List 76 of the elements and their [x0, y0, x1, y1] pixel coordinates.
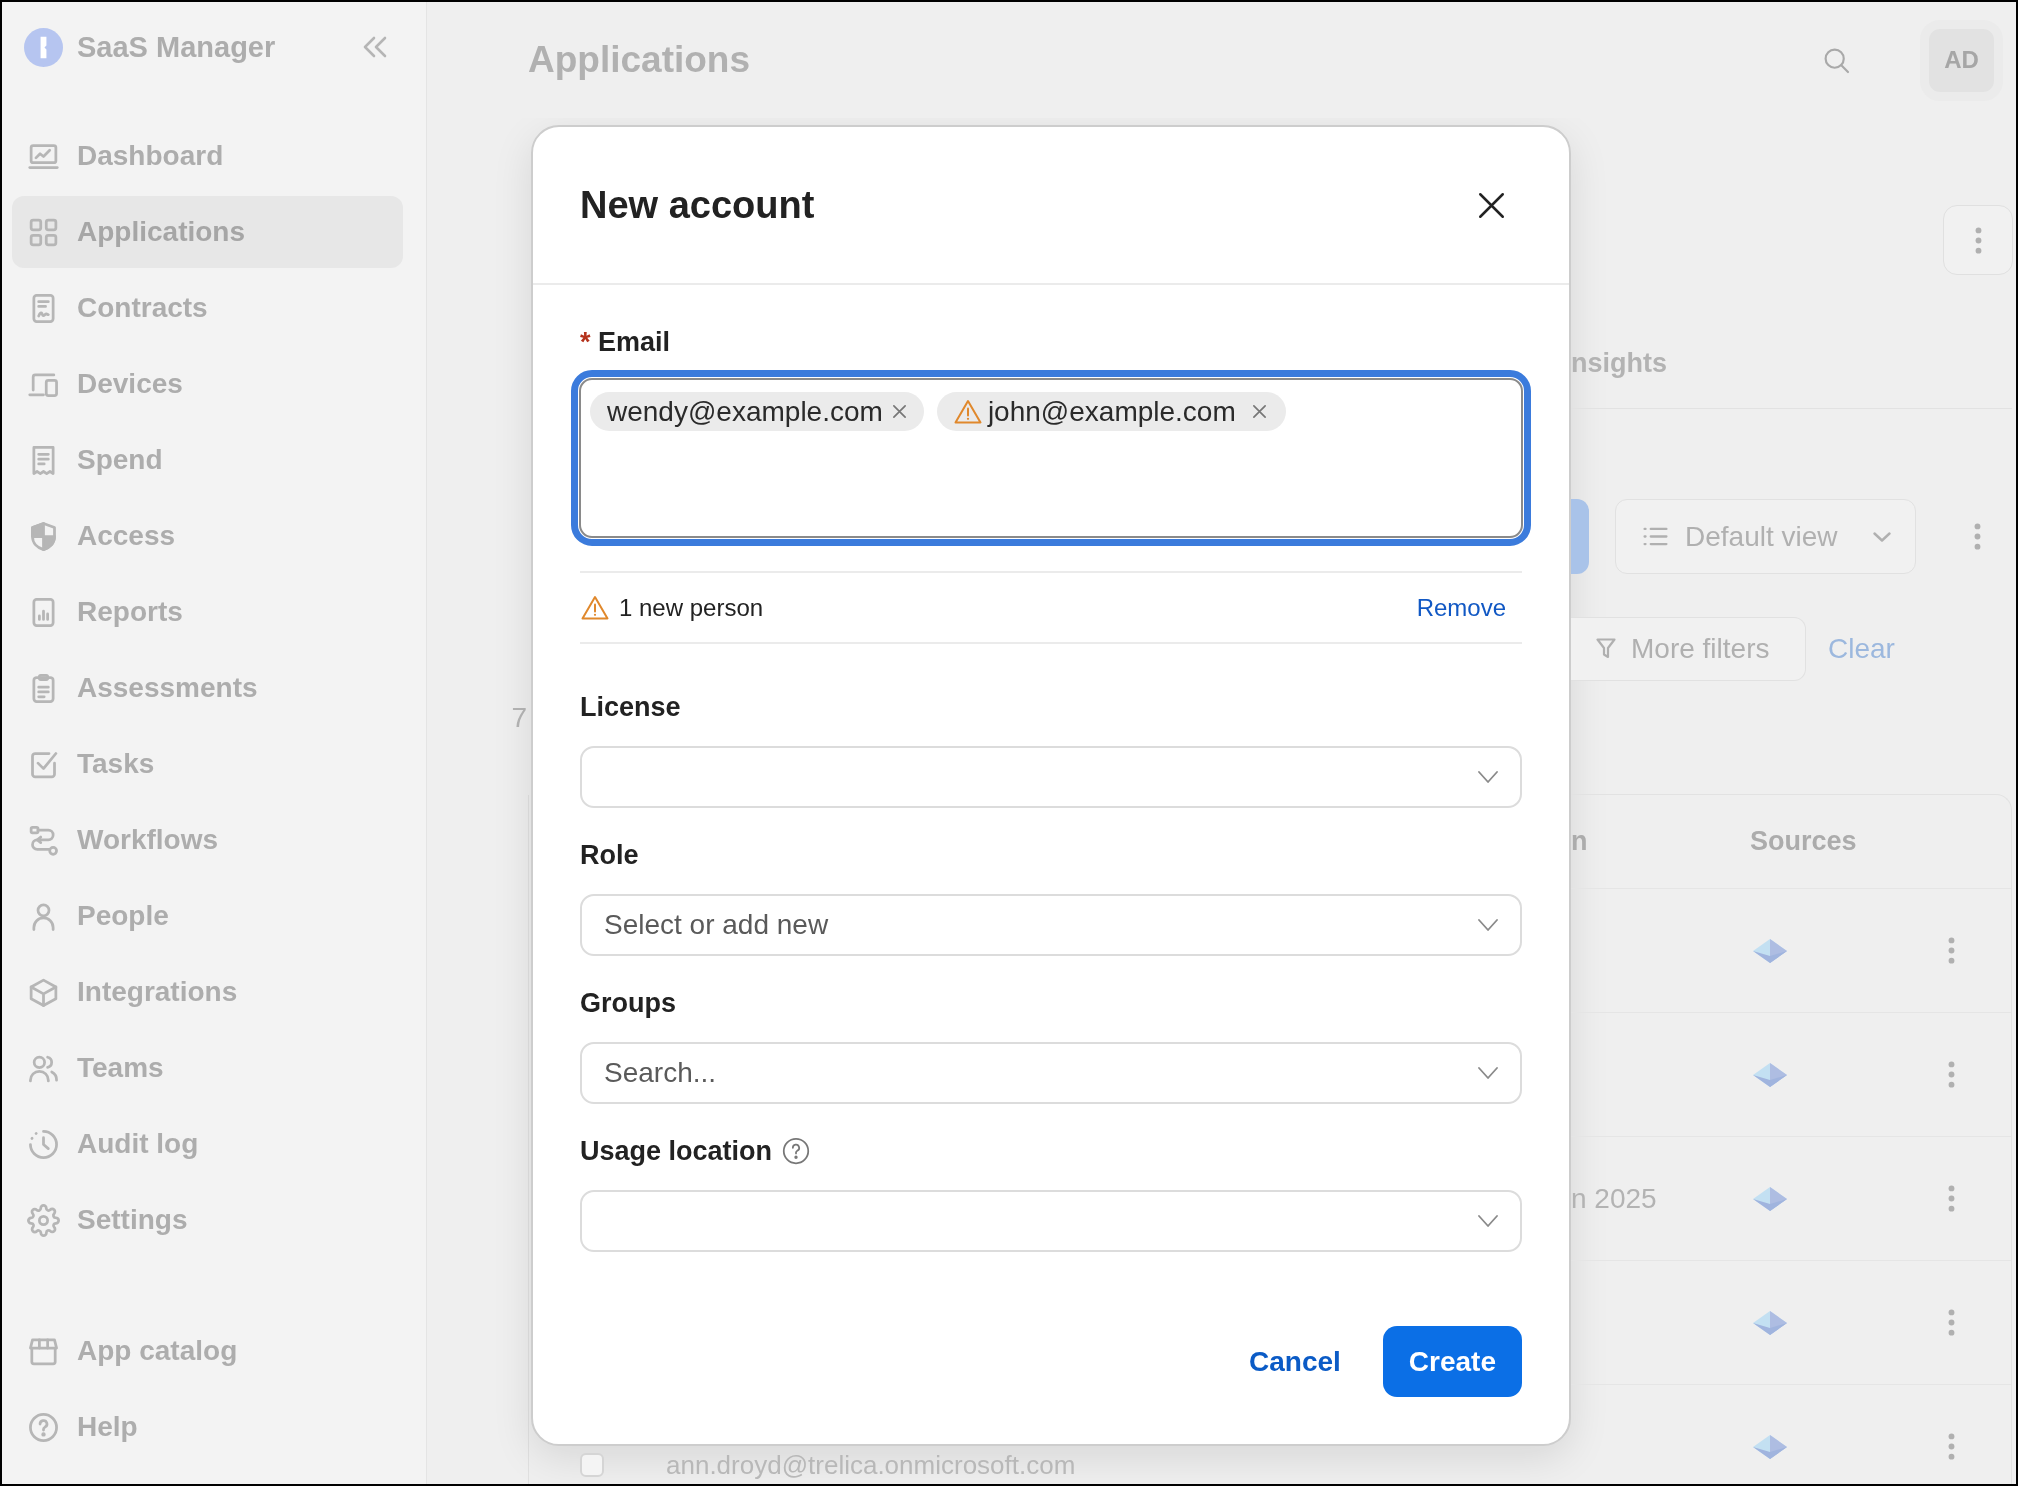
more-filters-button[interactable]: More filters — [1571, 617, 1806, 681]
sidebar-item[interactable]: Audit log — [12, 1108, 403, 1180]
tab[interactable]: nsights — [1571, 346, 1667, 380]
sidebar-item[interactable]: People — [12, 880, 403, 952]
count-text: 7 — [511, 705, 527, 731]
chevron-down-icon — [1478, 1067, 1498, 1079]
remove-link[interactable]: Remove — [1416, 593, 1506, 622]
select-field[interactable]: Select or add new — [580, 894, 1522, 956]
email-input-field[interactable]: wendy@example.com john@example.com — [571, 370, 1531, 546]
warning-icon — [581, 595, 609, 620]
warning-icon — [953, 399, 982, 424]
select-field[interactable]: Search... — [580, 1042, 1522, 1104]
more-vertical-icon[interactable] — [1947, 1061, 1955, 1088]
sidebar-item[interactable]: Integrations — [12, 956, 403, 1028]
field-label: Usage location — [580, 1135, 773, 1168]
view-dropdown[interactable]: Default view — [1615, 499, 1916, 574]
more-vertical-icon — [1974, 226, 1982, 254]
field-label: * Email — [580, 326, 672, 359]
diamond-icon — [1752, 937, 1788, 964]
primary-button[interactable]: Create — [1382, 1326, 1522, 1397]
sidebar-item[interactable]: Dashboard — [12, 120, 403, 192]
email-chip[interactable]: wendy@example.com — [590, 392, 924, 431]
checkbox[interactable] — [580, 1453, 604, 1477]
workflow-icon — [27, 823, 60, 857]
clear-link[interactable]: Clear — [1828, 633, 1895, 665]
notice-text: 1 new person — [619, 593, 764, 622]
sidebar-item[interactable]: Devices — [12, 348, 403, 420]
settings-icon — [27, 1203, 60, 1237]
sidebar-item[interactable]: Assessments — [12, 652, 403, 724]
more-vertical-icon[interactable] — [1947, 1309, 1955, 1336]
clock-icon — [27, 1127, 60, 1161]
list-icon — [1643, 527, 1668, 546]
chevron-down-icon — [1873, 531, 1891, 542]
diamond-icon — [1752, 1061, 1788, 1088]
sidebar-item[interactable]: Settings — [12, 1184, 403, 1256]
diamond-icon — [1752, 1309, 1788, 1336]
more-vertical-icon[interactable] — [1947, 1433, 1955, 1460]
chevron-down-icon — [1478, 919, 1498, 931]
email-chip[interactable]: john@example.com — [936, 392, 1286, 431]
avatar[interactable]: AD — [1920, 19, 2003, 101]
chevrons-left-icon[interactable] — [362, 36, 388, 58]
sidebar-item[interactable]: Workflows — [12, 804, 403, 876]
help-icon[interactable] — [782, 1137, 811, 1165]
filter-icon — [1596, 638, 1616, 660]
help-icon — [27, 1410, 60, 1444]
sidebar-item[interactable]: Tasks — [12, 728, 403, 800]
sidebar-item[interactable]: Teams — [12, 1032, 403, 1104]
diamond-icon — [1752, 1433, 1788, 1460]
more-vertical-icon[interactable] — [1974, 523, 1981, 550]
partial-button[interactable] — [1571, 499, 1589, 574]
brand-name: SaaS Manager — [77, 30, 276, 65]
chevron-down-icon — [1478, 771, 1498, 783]
more-vertical-icon[interactable] — [1947, 937, 1955, 964]
sidebar-item[interactable]: Contracts — [12, 272, 403, 344]
sidebar-item[interactable]: Spend — [12, 424, 403, 496]
select-field[interactable] — [580, 746, 1522, 808]
chevron-down-icon — [1478, 1215, 1498, 1227]
sidebar-item[interactable]: App catalog — [12, 1315, 403, 1387]
logo-icon — [24, 28, 63, 67]
column-header: n — [1571, 826, 1588, 857]
more-vertical-icon[interactable] — [1947, 1185, 1955, 1212]
diamond-icon — [1752, 1185, 1788, 1212]
select-field[interactable] — [580, 1190, 1522, 1252]
field-label: License — [580, 691, 681, 724]
more-button[interactable] — [1943, 205, 2013, 275]
sidebar-item[interactable]: Reports — [12, 576, 403, 648]
sidebar-item[interactable]: Access — [12, 500, 403, 572]
field-label: Role — [580, 839, 639, 872]
text-button[interactable]: Cancel — [1229, 1326, 1361, 1397]
sidebar-item[interactable]: Help — [12, 1391, 403, 1463]
field-label: Groups — [580, 987, 676, 1020]
close-icon[interactable] — [1478, 191, 1505, 219]
sidebar-item[interactable]: Applications — [12, 196, 403, 268]
dialog-title: New account — [580, 183, 815, 228]
column-header: Sources — [1750, 826, 1857, 857]
page-title: Applications — [528, 38, 751, 82]
